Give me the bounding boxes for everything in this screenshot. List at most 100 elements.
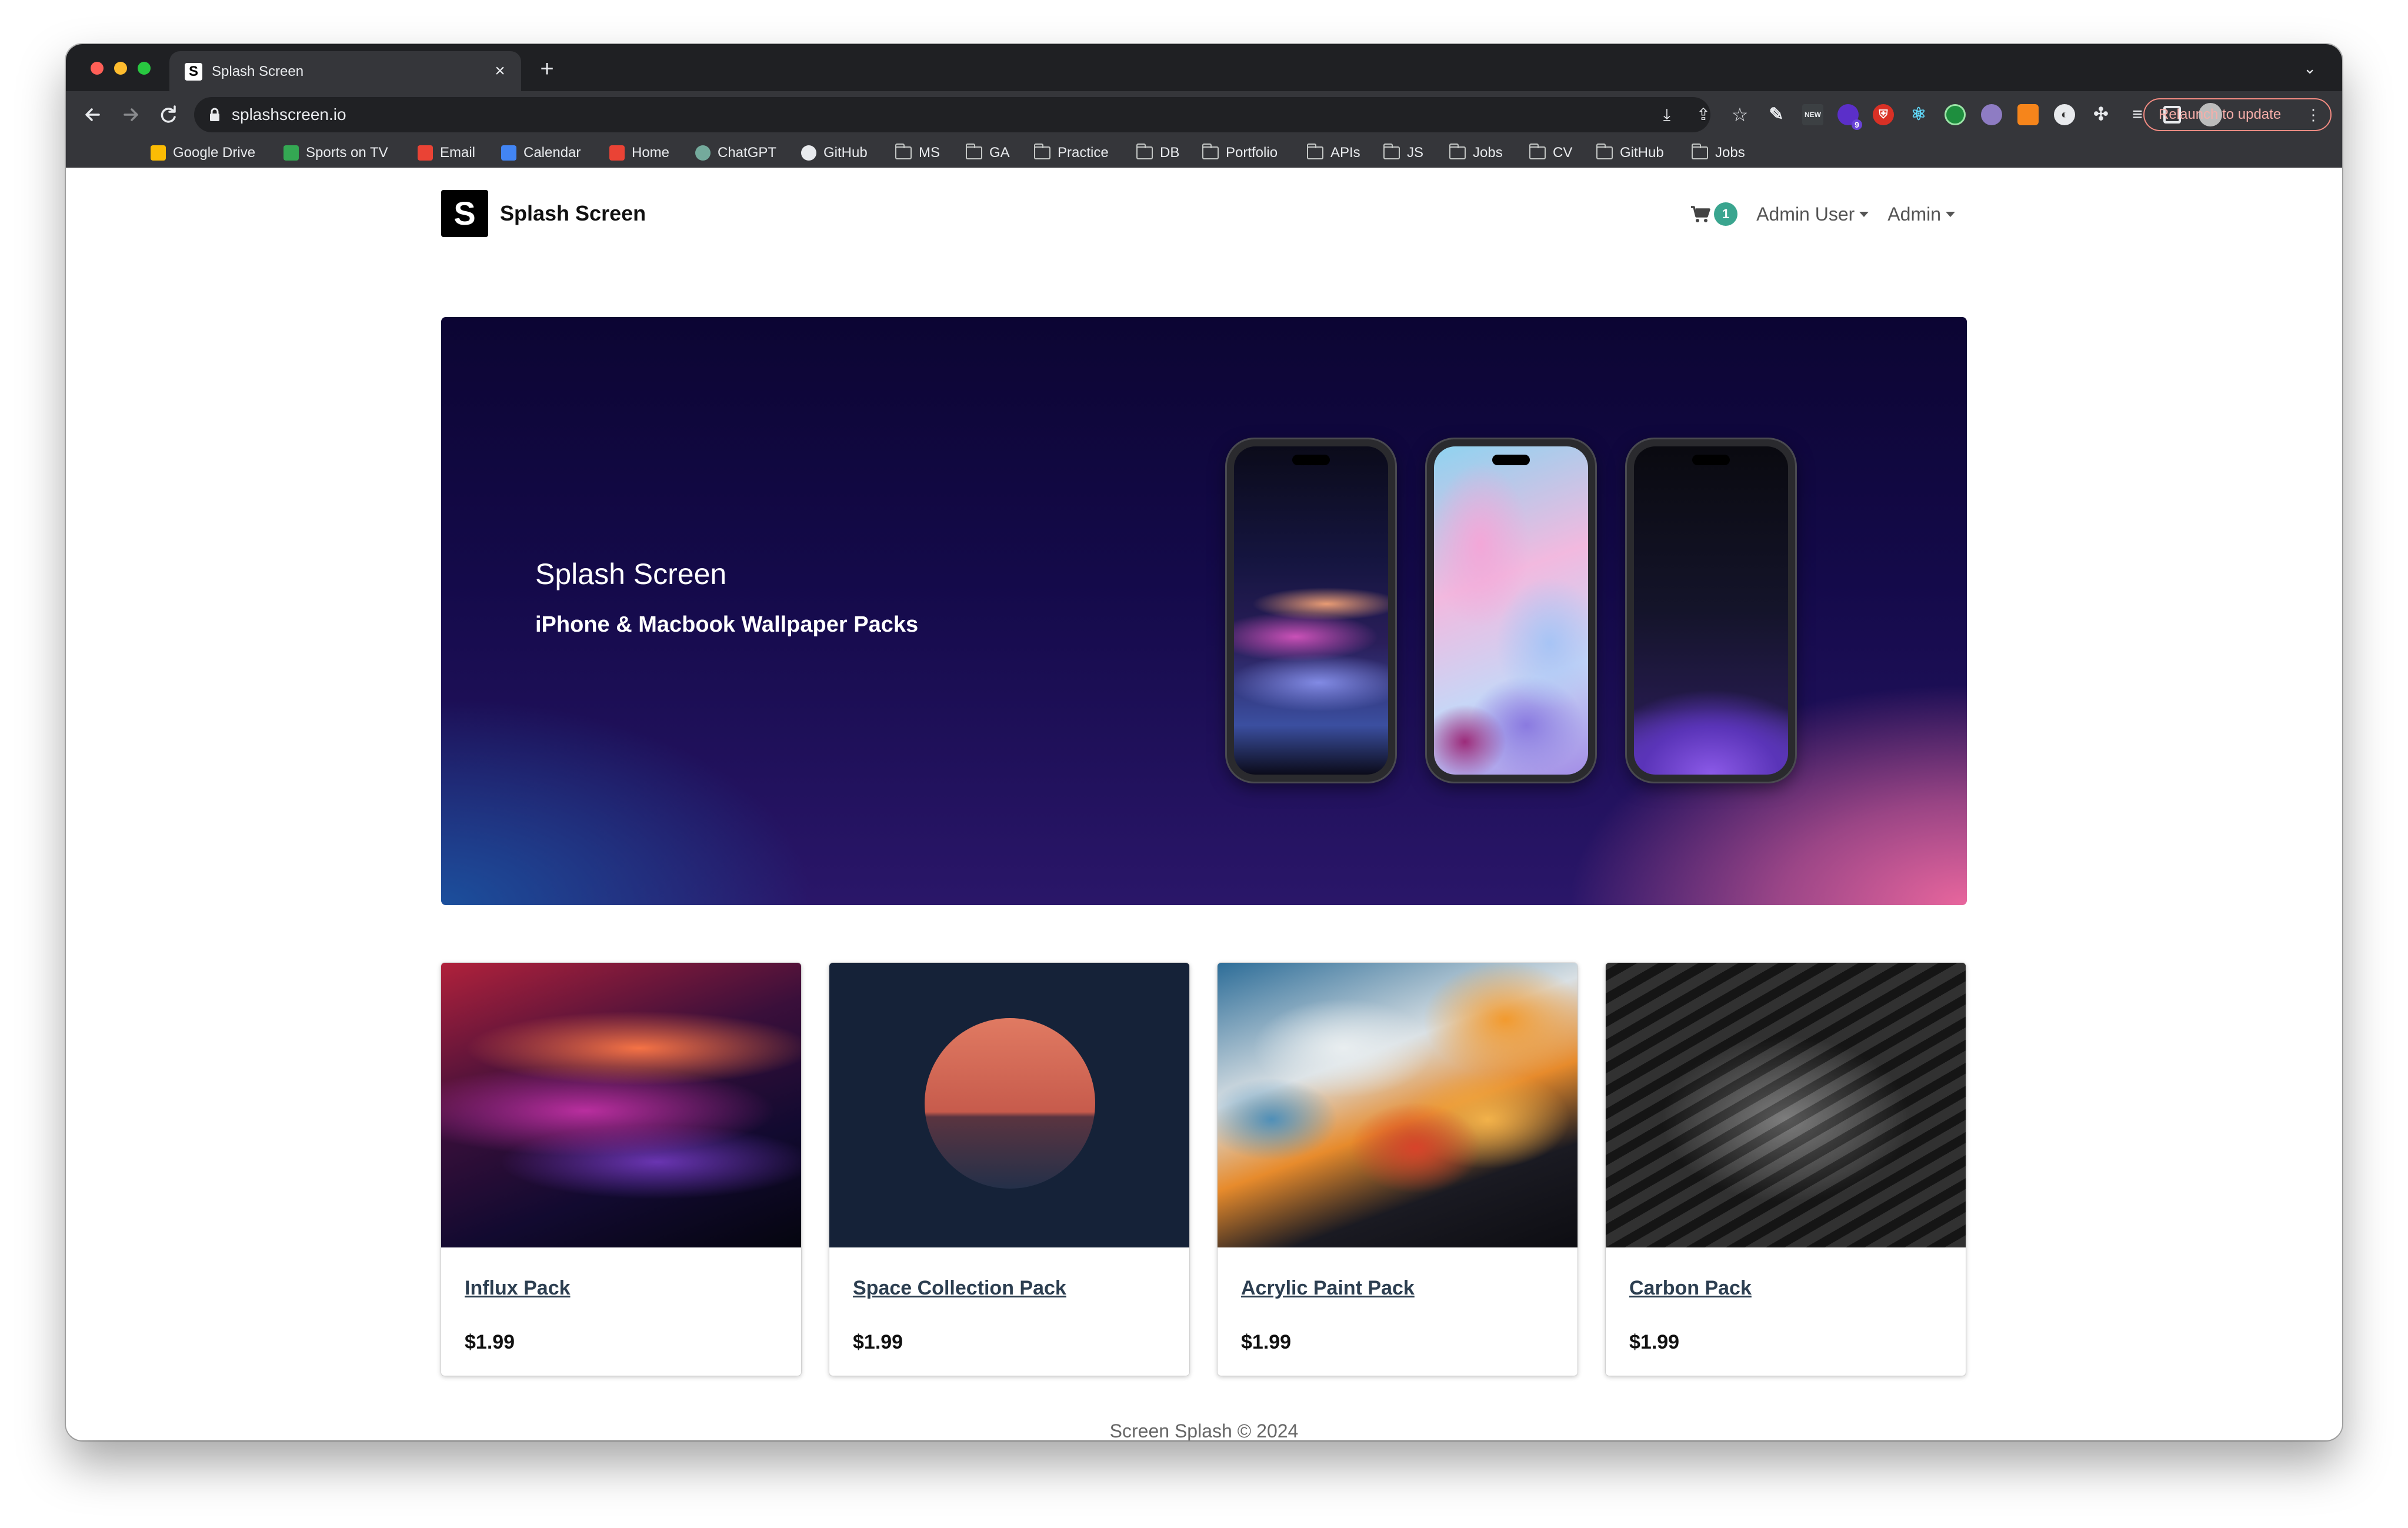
bookmark-item[interactable]: DB xyxy=(1136,143,1179,163)
caret-down-icon xyxy=(1859,211,1869,217)
product-title-link[interactable]: Acrylic Paint Pack xyxy=(1241,1277,1415,1300)
bookmark-label: CV xyxy=(1553,145,1573,161)
extension-badge-icon[interactable]: 9 xyxy=(1837,104,1862,130)
tab-search-chevron-icon[interactable]: ⌄ xyxy=(2303,59,2316,78)
bookmark-item[interactable]: Calendar xyxy=(501,143,581,163)
metamask-icon[interactable] xyxy=(2017,104,2039,125)
puzzle-extensions-icon[interactable]: ✣ xyxy=(2090,104,2112,125)
lock-icon[interactable] xyxy=(209,108,220,122)
cart-link[interactable]: 1 xyxy=(1690,202,1738,226)
folder-icon xyxy=(1449,144,1466,159)
product-card[interactable]: Influx Pack $1.99 xyxy=(441,963,801,1376)
calendar-icon xyxy=(501,145,516,161)
user-menu-dropdown[interactable]: Admin User xyxy=(1756,203,1869,225)
admin-menu-dropdown[interactable]: Admin xyxy=(1887,203,1955,225)
product-title-link[interactable]: Space Collection Pack xyxy=(853,1277,1066,1300)
circle-extension-icon[interactable]: ◐ xyxy=(2054,104,2075,125)
folder-icon xyxy=(1692,144,1708,159)
bookmark-item[interactable]: CV xyxy=(1529,143,1572,163)
target-extension-icon[interactable] xyxy=(1945,104,1966,125)
user-menu-label: Admin User xyxy=(1756,203,1855,225)
product-title-link[interactable]: Influx Pack xyxy=(465,1277,571,1300)
bookmark-label: GitHub xyxy=(1620,145,1664,161)
product-price: $1.99 xyxy=(853,1331,903,1353)
product-title-link[interactable]: Carbon Pack xyxy=(1629,1277,1752,1300)
new-tab-button[interactable]: + xyxy=(534,57,560,81)
react-devtools-icon[interactable]: ⚛ xyxy=(1908,104,1929,125)
bookmark-item[interactable]: JS xyxy=(1383,143,1423,163)
github-icon xyxy=(801,145,816,161)
reload-icon xyxy=(161,105,176,123)
bookmark-item[interactable]: Portfolio xyxy=(1202,143,1278,163)
bookmark-item[interactable]: MS xyxy=(895,143,940,163)
brand-link[interactable]: S Splash Screen xyxy=(441,190,646,237)
bookmark-label: Jobs xyxy=(1715,145,1745,161)
arrow-right-icon xyxy=(124,108,138,121)
product-image-acrylic[interactable] xyxy=(1218,963,1577,1247)
bookmark-star-icon[interactable]: ☆ xyxy=(1730,105,1749,124)
minimize-window-button[interactable] xyxy=(114,62,127,75)
admin-menu-label: Admin xyxy=(1887,203,1941,225)
bookmark-label: Jobs xyxy=(1473,145,1503,161)
product-price: $1.99 xyxy=(1629,1331,1680,1353)
gmail-icon xyxy=(418,145,433,161)
install-app-icon[interactable]: ⤓ xyxy=(1657,105,1676,124)
tab-favicon-icon: S xyxy=(185,63,202,81)
browser-toolbar: splashscreen.io ⤓ ⇪ ☆ ✎ NEW 9 ⛨ ⚛ ◐ ✣ ≡ xyxy=(66,91,2342,138)
back-button[interactable] xyxy=(80,102,106,128)
bookmark-item[interactable]: Practice xyxy=(1034,143,1109,163)
cart-count-badge: 1 xyxy=(1714,202,1738,226)
tab-title: Splash Screen xyxy=(212,64,304,79)
product-image-space[interactable] xyxy=(829,963,1189,1247)
new-extension-icon[interactable]: NEW xyxy=(1802,104,1823,125)
bookmark-label: Home xyxy=(632,145,670,161)
cloud-extension-icon[interactable] xyxy=(1981,104,2002,125)
product-image-carbon[interactable] xyxy=(1606,963,1966,1247)
forward-button[interactable] xyxy=(118,102,144,128)
folder-icon xyxy=(966,144,982,159)
bookmark-item[interactable]: Sports on TV xyxy=(284,143,388,163)
phone-wallpaper-paint xyxy=(1434,446,1588,775)
bookmark-label: APIs xyxy=(1330,145,1360,161)
product-image-influx[interactable] xyxy=(441,963,801,1247)
relaunch-to-update-button[interactable]: Relaunch to update ⋮ xyxy=(2143,98,2332,131)
bookmark-item[interactable]: Jobs xyxy=(1449,143,1503,163)
bookmark-item[interactable]: Home xyxy=(609,143,669,163)
bookmarks-bar: Google Drive Sports on TV Email Calendar Hom… xyxy=(66,138,2342,168)
eyedropper-extension-icon[interactable]: ✎ xyxy=(1766,104,1787,125)
share-icon[interactable]: ⇪ xyxy=(1694,105,1713,124)
bookmark-item[interactable]: GitHub xyxy=(1596,143,1664,163)
phone-notch xyxy=(1492,455,1530,465)
bookmark-item[interactable]: Google Drive xyxy=(151,143,255,163)
url-text[interactable]: splashscreen.io xyxy=(232,105,346,124)
product-card[interactable]: Acrylic Paint Pack $1.99 xyxy=(1218,963,1577,1376)
product-card[interactable]: Space Collection Pack $1.99 xyxy=(829,963,1189,1376)
folder-icon xyxy=(1034,144,1050,159)
phone-wallpaper-purple xyxy=(1634,446,1788,775)
bookmark-item[interactable]: APIs xyxy=(1307,143,1360,163)
folder-icon xyxy=(1383,144,1400,159)
menu-dots-icon[interactable]: ⋮ xyxy=(2306,99,2321,130)
reload-button[interactable] xyxy=(155,102,181,128)
bookmark-item[interactable]: GA xyxy=(966,143,1010,163)
phone-mockup-paint xyxy=(1427,439,1595,782)
bookmark-item[interactable]: Jobs xyxy=(1692,143,1745,163)
bookmark-label: Google Drive xyxy=(173,145,256,161)
bookmark-item[interactable]: Email xyxy=(418,143,475,163)
bookmark-item[interactable]: GitHub xyxy=(801,143,868,163)
address-bar[interactable]: splashscreen.io ⤓ ⇪ ☆ xyxy=(194,97,1748,132)
product-card[interactable]: Carbon Pack $1.99 xyxy=(1606,963,1966,1376)
phone-notch xyxy=(1292,455,1330,465)
close-window-button[interactable] xyxy=(91,62,104,75)
extension-badge-count: 9 xyxy=(1852,119,1862,130)
folder-icon xyxy=(895,144,912,159)
bookmark-label: JS xyxy=(1407,145,1424,161)
shield-extension-icon[interactable]: ⛨ xyxy=(1873,104,1894,125)
hero-title: Splash Screen xyxy=(535,558,727,590)
folder-icon xyxy=(1136,144,1153,159)
phone-mockup-waves xyxy=(1227,439,1395,782)
tab-close-icon[interactable]: × xyxy=(489,61,511,82)
maximize-window-button[interactable] xyxy=(138,62,151,75)
bookmark-item[interactable]: ChatGPT xyxy=(695,143,776,163)
tab-splash-screen[interactable]: S Splash Screen × xyxy=(169,51,521,91)
